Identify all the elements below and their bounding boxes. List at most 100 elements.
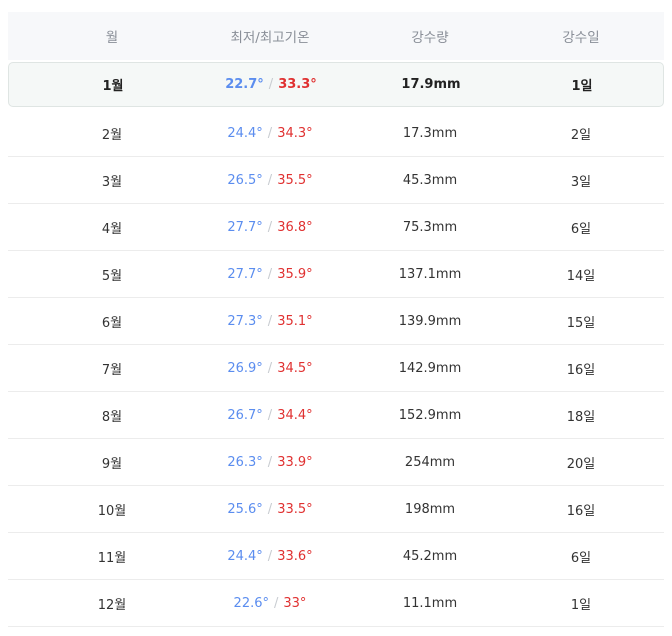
header-temperature: 최저/최고기온 [230,30,310,46]
row-temperature: 27.7°/36.8° [216,220,324,235]
table-row: 4월 27.7°/36.8° 75.3mm 6일 [8,204,664,251]
row-rain-days: 2일 [570,127,592,143]
row-rain-days: 20일 [566,456,596,472]
row-month: 1월 [102,79,124,94]
table-row: 6월 27.3°/35.1° 139.9mm 15일 [8,298,664,345]
temp-separator: / [267,125,273,141]
temp-separator: / [267,407,273,423]
row-high-temp: 33.9° [277,454,313,470]
temp-separator: / [267,313,273,329]
row-precipitation: 11.1mm [402,595,458,611]
row-precipitation: 198mm [404,501,456,517]
row-rain-days: 1일 [571,79,593,94]
row-temperature: 26.9°/34.5° [216,361,324,376]
row-low-temp: 22.6° [233,595,269,611]
row-high-temp: 35.9° [277,266,313,282]
row-low-temp: 26.5° [227,172,263,188]
row-rain-days: 3일 [570,174,592,190]
temp-separator: / [267,172,273,188]
row-low-temp: 24.4° [227,125,263,141]
row-high-temp: 34.3° [277,125,313,141]
row-low-temp: 26.7° [227,407,263,423]
row-low-temp: 24.4° [227,548,263,564]
temp-separator: / [268,77,274,92]
row-precipitation: 45.3mm [402,172,458,188]
temp-separator: / [267,219,273,235]
table-row: 11월 24.4°/33.6° 45.2mm 6일 [8,533,664,580]
row-temperature: 26.5°/35.5° [216,173,324,188]
row-temperature: 25.6°/33.5° [216,502,324,517]
header-rain-days: 강수일 [562,30,600,46]
row-precipitation: 142.9mm [398,360,462,376]
row-rain-days: 18일 [566,409,596,425]
row-precipitation: 152.9mm [398,407,462,423]
row-temperature: 22.7° / 33.3° [217,77,325,92]
row-month: 3월 [101,174,123,190]
row-month: 5월 [101,268,123,284]
row-rain-days: 16일 [566,503,596,519]
row-precipitation: 17.3mm [402,125,458,141]
row-month: 11월 [97,550,127,566]
row-month: 12월 [97,597,127,613]
table-row: 12월 22.6° /33° 11.1mm 1일 [8,580,664,627]
temp-separator: / [267,454,273,470]
row-rain-days: 15일 [566,315,596,331]
header-month: 월 [105,30,119,46]
row-month: 2월 [101,127,123,143]
row-high-temp: 34.5° [277,360,313,376]
row-month: 7월 [101,362,123,378]
row-low-temp: 25.6° [227,501,263,517]
row-month: 9월 [101,456,123,472]
row-temperature: 26.7°/34.4° [216,408,324,423]
table-row: 1월 22.7° / 33.3° 17.9mm 1일 [8,62,664,107]
row-precipitation: 75.3mm [402,219,458,235]
row-month: 6월 [101,315,123,331]
row-high-temp: 33° [283,595,307,611]
row-temperature: 22.6° /33° [216,596,324,611]
temp-separator: / [274,595,279,611]
table-header: 월 최저/최고기온 강수량 강수일 [8,12,664,60]
row-high-temp: 35.1° [277,313,313,329]
temp-separator: / [267,501,273,517]
row-rain-days: 6일 [570,221,592,237]
temp-separator: / [267,360,273,376]
table-row: 9월 26.3°/33.9° 254mm 20일 [8,439,664,486]
row-high-temp: 33.3° [278,77,317,92]
temp-separator: / [267,548,273,564]
row-high-temp: 34.4° [277,407,313,423]
table-row: 10월 25.6°/33.5° 198mm 16일 [8,486,664,533]
row-low-temp: 27.7° [227,219,263,235]
climate-table: 월 최저/최고기온 강수량 강수일 1월 22.7° / 33.3° 17.9mm … [8,12,664,627]
row-precipitation: 254mm [404,454,456,470]
row-rain-days: 6일 [570,550,592,566]
row-precipitation: 45.2mm [402,548,458,564]
row-low-temp: 26.3° [227,454,263,470]
table-row: 2월 24.4°/34.3° 17.3mm 2일 [8,110,664,157]
table-row: 8월 26.7°/34.4° 152.9mm 18일 [8,392,664,439]
row-month: 8월 [101,409,123,425]
table-row: 7월 26.9°/34.5° 142.9mm 16일 [8,345,664,392]
row-month: 4월 [101,221,123,237]
row-high-temp: 33.5° [277,501,313,517]
row-rain-days: 1일 [570,597,592,613]
row-high-temp: 35.5° [277,172,313,188]
temp-separator: / [267,266,273,282]
row-rain-days: 14일 [566,268,596,284]
row-temperature: 27.3°/35.1° [216,314,324,329]
row-high-temp: 33.6° [277,548,313,564]
row-low-temp: 27.7° [227,266,263,282]
row-low-temp: 26.9° [227,360,263,376]
row-precipitation: 139.9mm [398,313,462,329]
row-temperature: 24.4°/33.6° [216,549,324,564]
row-month: 10월 [97,503,127,519]
row-temperature: 26.3°/33.9° [216,455,324,470]
row-low-temp: 27.3° [227,313,263,329]
row-precipitation: 17.9mm [401,77,461,92]
row-low-temp: 22.7° [225,77,264,92]
table-row: 5월 27.7°/35.9° 137.1mm 14일 [8,251,664,298]
row-high-temp: 36.8° [277,219,313,235]
row-temperature: 24.4°/34.3° [216,126,324,141]
row-rain-days: 16일 [566,362,596,378]
table-row: 3월 26.5°/35.5° 45.3mm 3일 [8,157,664,204]
row-precipitation: 137.1mm [398,266,462,282]
